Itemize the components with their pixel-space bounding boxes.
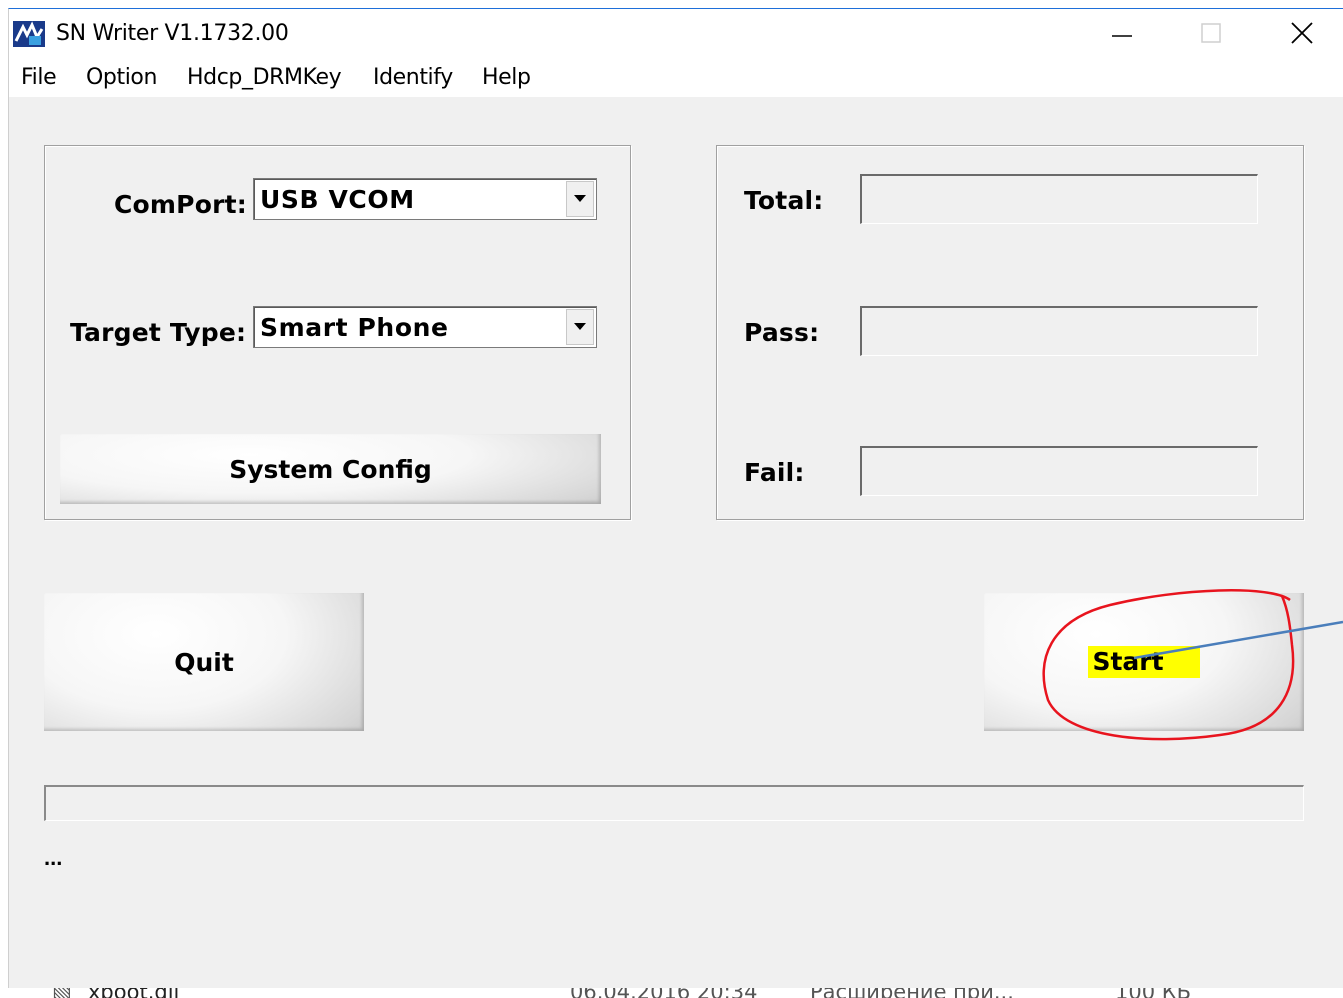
annotation-arrow xyxy=(1133,620,1343,660)
file-icon: ▧ xyxy=(52,988,72,998)
background-explorer-row: ▧ xboot.dll 06.04.2016 20:34 Расширение … xyxy=(0,988,1343,998)
explorer-file-type: Расширение при... xyxy=(810,988,1014,998)
annotation-circle xyxy=(1042,589,1295,741)
explorer-file-name: xboot.dll xyxy=(88,988,179,998)
annotation-overlay xyxy=(1042,589,1343,741)
explorer-file-size: 100 КБ xyxy=(1115,988,1191,998)
explorer-file-date: 06.04.2016 20:34 xyxy=(570,988,757,998)
